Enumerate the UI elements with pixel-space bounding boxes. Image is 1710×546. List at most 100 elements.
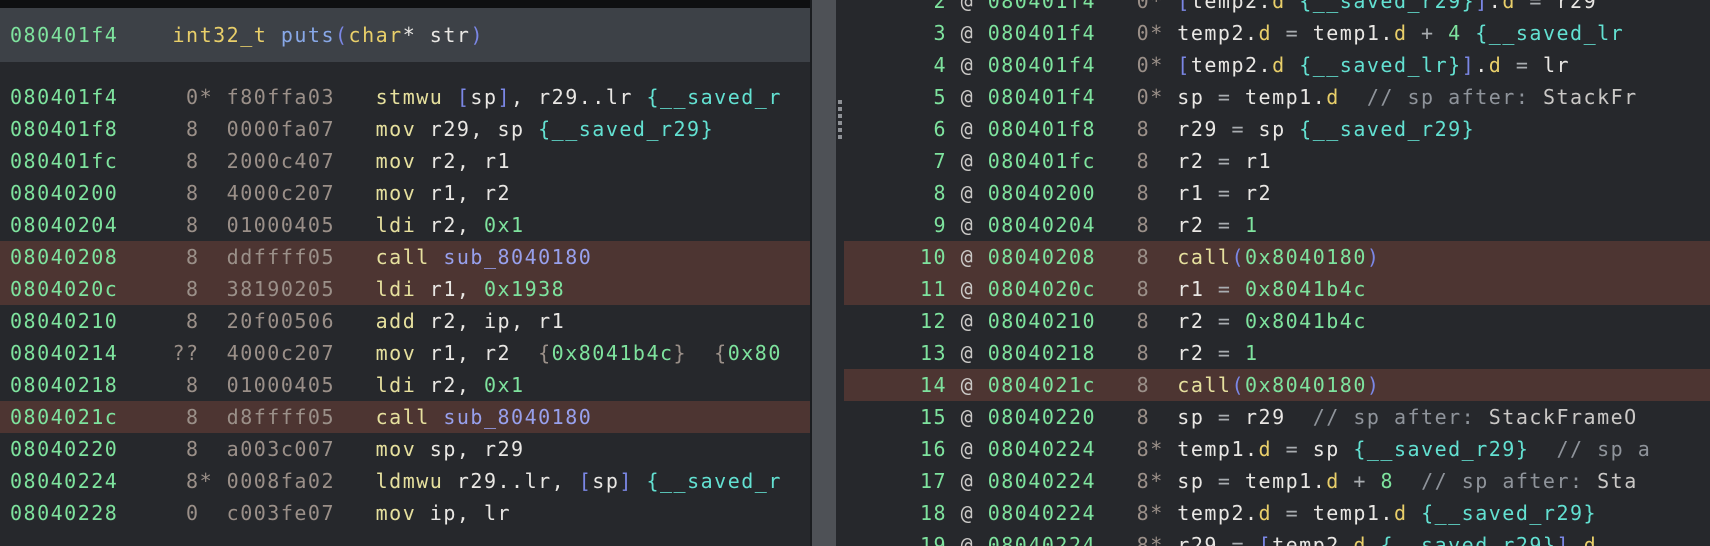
- code-token: char: [348, 23, 403, 47]
- il-row[interactable]: 13 @ 08040218 8 r2 = 1: [844, 337, 1710, 369]
- code-token: [: [1177, 0, 1191, 13]
- code-token: stmwu: [375, 85, 457, 109]
- disassembly-pane[interactable]: 080401f4 int32_t puts(char* str) 080401f…: [0, 0, 812, 546]
- il-row[interactable]: 8 @ 08040200 8 r1 = r2: [844, 177, 1710, 209]
- code-token: add: [375, 309, 430, 333]
- il-row[interactable]: 18 @ 08040224 8* temp2.d = temp1.d {__sa…: [844, 497, 1710, 529]
- code-token: mov: [375, 341, 430, 365]
- at-separator: @: [947, 21, 988, 45]
- code-token: sp: [1177, 469, 1205, 493]
- address: 08040210: [987, 309, 1097, 333]
- at-separator: @: [947, 117, 988, 141]
- stack-size: 8*: [1096, 501, 1178, 525]
- code-token: .: [1475, 53, 1489, 77]
- code-token: 0x8041b4c: [551, 341, 674, 365]
- code-token: r1,: [429, 277, 484, 301]
- code-token: =: [1272, 437, 1313, 461]
- disasm-row[interactable]: 080401f4 0* f80ffa03 stmwu [sp], r29..lr…: [0, 81, 810, 113]
- code-token: ): [1366, 373, 1381, 397]
- disasm-row[interactable]: 08040218 8 01000405 ldi r2, 0x1: [0, 369, 810, 401]
- disasm-row[interactable]: 08040224 8* 0008fa02 ldmwu r29..lr, [sp]…: [0, 465, 810, 497]
- code-token: d: [1393, 21, 1408, 45]
- disasm-row[interactable]: 0804020c 8 38190205 ldi r1, 0x1938: [0, 273, 810, 305]
- disasm-row[interactable]: 080401f8 8 0000fa07 mov r29, sp {__saved…: [0, 113, 810, 145]
- address: 080401f4: [987, 0, 1097, 13]
- il-row[interactable]: 16 @ 08040224 8* temp1.d = sp {__saved_r…: [844, 433, 1710, 465]
- code-token: d: [1258, 21, 1273, 45]
- code-token: puts: [280, 23, 335, 47]
- splitter-dot: [838, 121, 842, 125]
- il-row[interactable]: 12 @ 08040210 8 r2 = 0x8041b4c: [844, 305, 1710, 337]
- code-token: =: [1272, 501, 1313, 525]
- il-row[interactable]: 3 @ 080401f4 0* temp2.d = temp1.d + 4 {_…: [844, 17, 1710, 49]
- code-token: ldi: [375, 213, 430, 237]
- code-token: =: [1217, 533, 1259, 546]
- disasm-row[interactable]: 08040214 ?? 4000c207 mov r1, r2 {0x8041b…: [0, 337, 810, 369]
- address: 080401f8: [10, 117, 119, 141]
- il-index: 19: [920, 533, 948, 546]
- address: 08040224: [987, 501, 1097, 525]
- code-token: [: [1258, 533, 1273, 546]
- il-index: 13: [920, 341, 948, 365]
- left-pane-scrollbar[interactable]: [812, 0, 836, 546]
- il-row[interactable]: 15 @ 08040220 8 sp = r29 // sp after: St…: [844, 401, 1710, 433]
- code-token: StackFrameO: [1488, 405, 1638, 429]
- disasm-row[interactable]: 08040208 8 ddffff05 call sub_8040180: [0, 241, 810, 273]
- size-and-bytes: 8 a003c007: [118, 437, 376, 461]
- il-row[interactable]: 17 @ 08040224 8* sp = temp1.d + 8 // sp …: [844, 465, 1710, 497]
- disasm-row[interactable]: 08040204 8 01000405 ldi r2, 0x1: [0, 209, 810, 241]
- code-token: 0x8041b4c: [1245, 309, 1367, 333]
- code-token: [: [456, 85, 471, 109]
- disasm-row[interactable]: 08040228 0 c003fe07 mov ip, lr: [0, 497, 810, 529]
- address: 0804020c: [10, 277, 119, 301]
- function-header[interactable]: 080401f4 int32_t puts(char* str): [0, 8, 810, 62]
- lifted-il-pane[interactable]: 2 @ 080401f4 0* [temp2.d {__saved_r29}].…: [844, 0, 1710, 546]
- code-token: sub_8040180: [443, 405, 593, 429]
- code-token: ]: [1461, 53, 1476, 77]
- size-and-bytes: ?? 4000c207: [118, 341, 376, 365]
- code-token: , r29..lr: [511, 85, 647, 109]
- il-row[interactable]: 4 @ 080401f4 0* [temp2.d {__saved_lr}].d…: [844, 49, 1710, 81]
- stack-size: 8: [1096, 309, 1178, 333]
- stack-size: 8: [1096, 245, 1178, 269]
- pane-top-border: [0, 0, 810, 8]
- address: 08040224: [10, 469, 119, 493]
- disasm-row[interactable]: 08040200 8 4000c207 mov r1, r2: [0, 177, 810, 209]
- disasm-row[interactable]: 08040210 8 20f00506 add r2, ip, r1: [0, 305, 810, 337]
- code-token: // sp a: [1529, 437, 1652, 461]
- code-token: ldi: [375, 373, 430, 397]
- il-row[interactable]: 10 @ 08040208 8 call(0x8040180): [844, 241, 1710, 273]
- code-token: r2, r1: [429, 149, 512, 173]
- il-row[interactable]: 6 @ 080401f8 8 r29 = sp {__saved_r29}: [844, 113, 1710, 145]
- il-index: 6: [920, 117, 948, 141]
- code-token: temp2.: [1177, 21, 1259, 45]
- code-token: (: [335, 23, 349, 47]
- il-row[interactable]: 11 @ 0804020c 8 r1 = 0x8041b4c: [844, 273, 1710, 305]
- stack-size: 8: [1096, 213, 1178, 237]
- disasm-row[interactable]: 0804021c 8 d8ffff05 call sub_8040180: [0, 401, 810, 433]
- at-separator: @: [947, 0, 988, 13]
- stack-size: 8: [1096, 117, 1178, 141]
- pane-splitter[interactable]: [836, 0, 844, 546]
- il-row[interactable]: 7 @ 080401fc 8 r2 = r1: [844, 145, 1710, 177]
- code-token: 0x1: [483, 373, 525, 397]
- at-separator: @: [947, 213, 988, 237]
- code-token: sp: [1177, 405, 1205, 429]
- address: 08040204: [10, 213, 119, 237]
- il-row[interactable]: 9 @ 08040204 8 r2 = 1: [844, 209, 1710, 241]
- code-token: r2: [1177, 309, 1205, 333]
- il-index: 4: [920, 53, 948, 77]
- disasm-row[interactable]: 080401fc 8 2000c407 mov r2, r1: [0, 145, 810, 177]
- code-token: =: [1204, 85, 1246, 109]
- address: 0804021c: [10, 405, 119, 429]
- code-token: call: [375, 245, 444, 269]
- il-row[interactable]: 14 @ 0804021c 8 call(0x8040180): [844, 369, 1710, 401]
- il-row[interactable]: 2 @ 080401f4 0* [temp2.d {__saved_r29}].…: [844, 0, 1710, 17]
- il-row[interactable]: 5 @ 080401f4 0* sp = temp1.d // sp after…: [844, 81, 1710, 113]
- code-token: sub_8040180: [443, 245, 593, 269]
- il-row[interactable]: 19 @ 08040224 8* r29 = [temp2.d {__saved…: [844, 529, 1710, 546]
- code-token: call: [1177, 373, 1232, 397]
- disasm-row[interactable]: 08040220 8 a003c007 mov sp, r29: [0, 433, 810, 465]
- code-token: temp2.: [1190, 53, 1273, 77]
